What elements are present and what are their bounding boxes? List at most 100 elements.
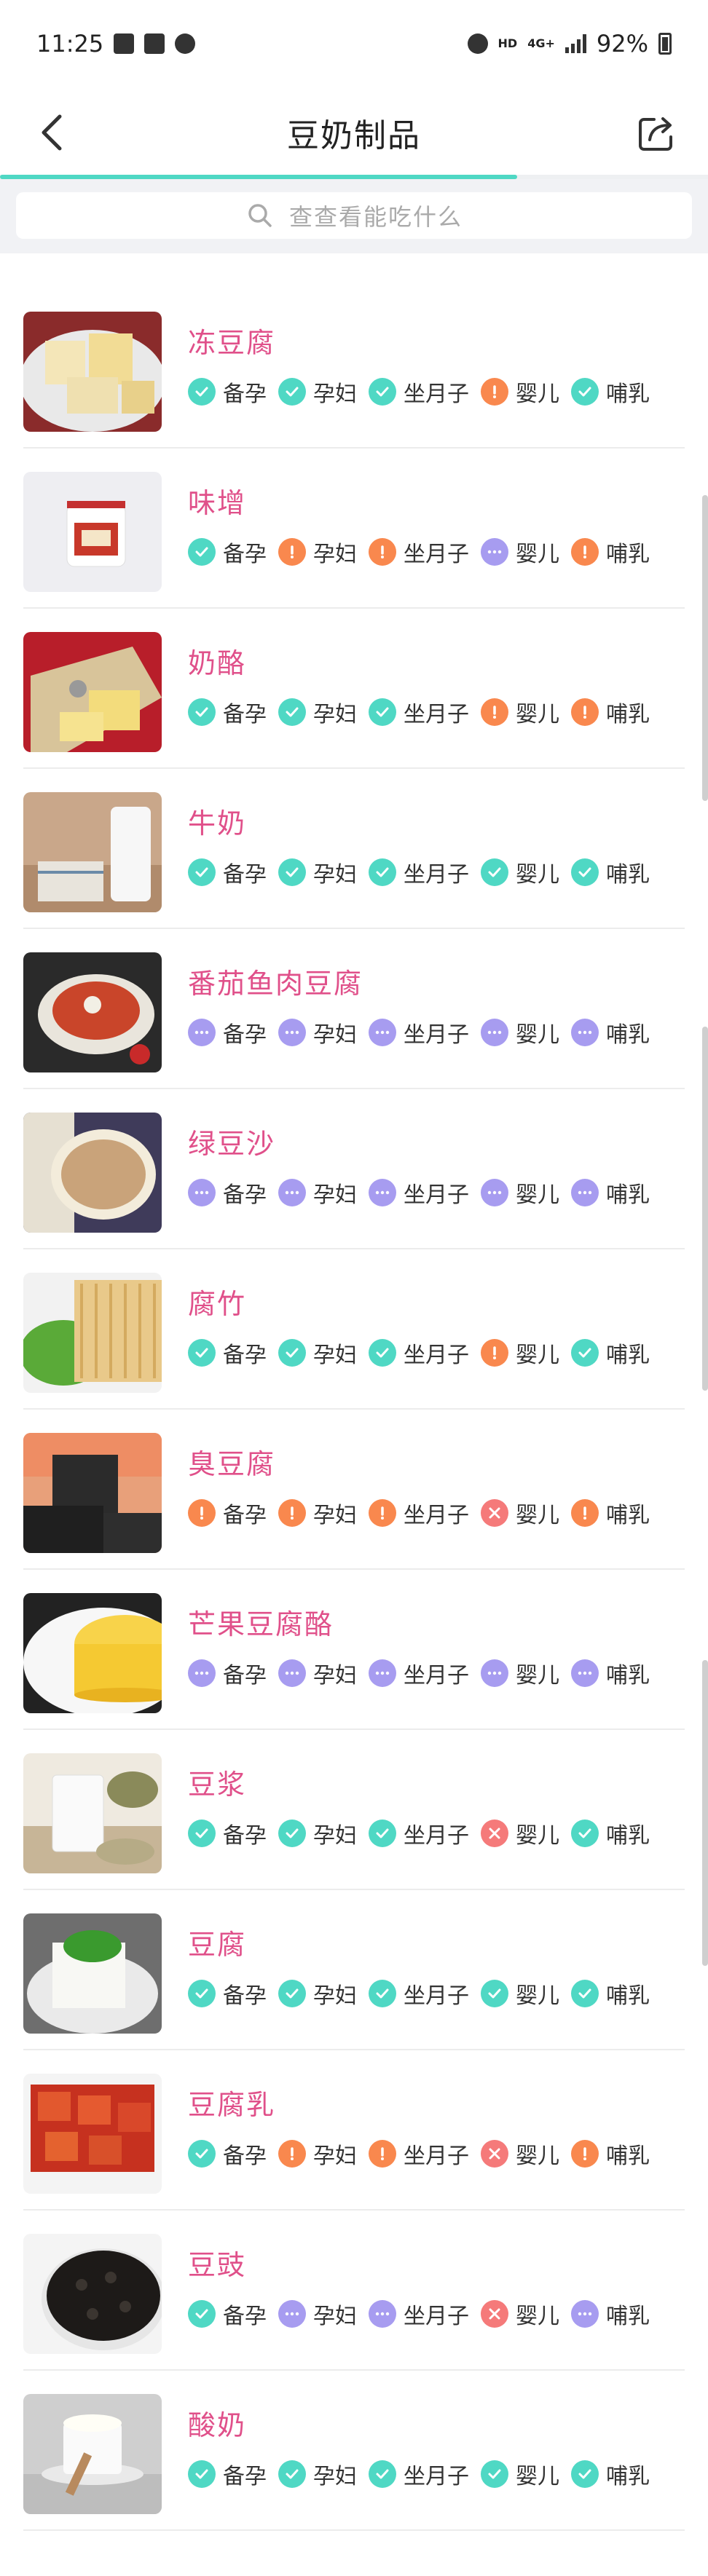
suitability-tag: 哺乳 [571, 376, 650, 408]
check-icon [369, 1339, 396, 1367]
suitability-tag: 婴儿 [481, 2138, 559, 2170]
food-list-item[interactable]: 腐竹 备孕 孕妇 坐月子 婴儿 哺乳 [0, 1249, 708, 1410]
food-list-item[interactable]: 番茄鱼肉豆腐 备孕 孕妇 坐月子 婴儿 哺乳 [0, 929, 708, 1089]
exclamation-icon [369, 1499, 396, 1527]
food-thumbnail-tofu-skin [23, 1273, 162, 1393]
exclamation-icon [369, 2140, 396, 2168]
exclamation-icon [278, 1499, 306, 1527]
check-icon [188, 538, 216, 566]
status-time: 11:25 [36, 30, 104, 58]
suitability-tag: 婴儿 [481, 1497, 559, 1529]
search-input[interactable]: 查查看能吃什么 [16, 192, 692, 239]
check-icon [571, 2460, 599, 2488]
food-list-item[interactable]: 冻豆腐 备孕 孕妇 坐月子 婴儿 哺乳 [0, 288, 708, 449]
suitability-tag: 婴儿 [481, 1337, 559, 1369]
ellipsis-icon [278, 1179, 306, 1206]
ellipsis-icon [481, 1659, 508, 1687]
scrollbar-segment[interactable] [702, 495, 708, 801]
check-icon [188, 2300, 216, 2328]
check-icon [369, 378, 396, 406]
food-list-item[interactable]: 芒果豆腐酪备孕 孕妇 坐月子 婴儿 哺乳 [0, 1570, 708, 1730]
food-name: 冻豆腐 [188, 327, 276, 359]
food-list-item[interactable]: 酸奶 备孕 孕妇 坐月子 婴儿 哺乳 [0, 2371, 708, 2531]
header: 豆奶制品 [0, 87, 708, 178]
food-name: 芒果豆腐酪 [188, 1608, 334, 1640]
scrollbar-segment[interactable] [702, 1660, 708, 1966]
food-thumbnail-tofu [23, 1913, 162, 2034]
tag-label: 哺乳 [606, 2144, 650, 2169]
suitability-tag: 坐月子 [369, 2138, 469, 2170]
tag-label: 孕妇 [313, 1182, 357, 1208]
food-list-item[interactable]: 臭豆腐 备孕 孕妇 坐月子 婴儿 哺乳 [0, 1410, 708, 1570]
suitability-tag: 哺乳 [571, 1016, 650, 1048]
suitability-tag: 哺乳 [571, 856, 650, 888]
tag-label: 哺乳 [606, 542, 650, 567]
suitability-tag: 备孕 [188, 696, 267, 728]
tag-label: 婴儿 [516, 542, 559, 567]
check-icon [481, 2460, 508, 2488]
tag-label: 孕妇 [313, 702, 357, 727]
check-icon [188, 858, 216, 886]
food-list-item[interactable]: 豆浆 备孕 孕妇 坐月子 婴儿 哺乳 [0, 1730, 708, 1890]
ellipsis-icon [188, 1019, 216, 1046]
exclamation-icon [481, 1339, 508, 1367]
ellipsis-icon [481, 538, 508, 566]
ellipsis-icon [369, 2300, 396, 2328]
suitability-tag: 坐月子 [369, 536, 469, 568]
suitability-tags: 备孕 孕妇 坐月子 婴儿 哺乳 [188, 1016, 661, 1048]
check-icon [188, 378, 216, 406]
food-name: 豆腐乳 [188, 2089, 276, 2121]
tag-label: 备孕 [223, 2464, 267, 2489]
search-bar-container: 查查看能吃什么 [0, 179, 708, 253]
back-button[interactable] [29, 109, 76, 156]
ellipsis-icon [369, 1179, 396, 1206]
alarm-clock-icon [467, 33, 488, 54]
cross-icon [481, 1499, 508, 1527]
food-list-item[interactable]: 味增 备孕 孕妇 坐月子 婴儿 哺乳 [0, 449, 708, 609]
food-list-item[interactable]: 豆腐 备孕 孕妇 坐月子 婴儿 哺乳 [0, 1890, 708, 2050]
food-list-item[interactable]: 牛奶 备孕 孕妇 坐月子 婴儿 哺乳 [0, 769, 708, 929]
suitability-tags: 备孕 孕妇 坐月子 婴儿 哺乳 [188, 696, 661, 728]
food-list-item[interactable]: 奶酪 备孕 孕妇 坐月子 婴儿 哺乳 [0, 609, 708, 769]
tag-label: 备孕 [223, 2144, 267, 2169]
suitability-tag: 婴儿 [481, 2458, 559, 2490]
suitability-tag: 孕妇 [278, 1817, 357, 1849]
tag-label: 婴儿 [516, 1343, 559, 1368]
food-thumbnail-cheese [23, 632, 162, 752]
ellipsis-icon [571, 2300, 599, 2328]
suitability-tags: 备孕 孕妇 坐月子 婴儿 哺乳 [188, 1657, 661, 1689]
suitability-tag: 哺乳 [571, 1657, 650, 1689]
food-name: 臭豆腐 [188, 1448, 276, 1480]
ellipsis-icon [571, 1019, 599, 1046]
tag-label: 坐月子 [404, 382, 469, 407]
food-list-item[interactable]: 豆腐乳备孕 孕妇 坐月子 婴儿 哺乳 [0, 2050, 708, 2210]
suitability-tag: 孕妇 [278, 2138, 357, 2170]
tag-label: 婴儿 [516, 2304, 559, 2329]
tag-label: 哺乳 [606, 1022, 650, 1048]
tag-label: 孕妇 [313, 1503, 357, 1528]
share-icon [639, 117, 672, 151]
share-button[interactable] [632, 108, 682, 157]
suitability-tag: 哺乳 [571, 1337, 650, 1369]
food-name: 酸奶 [188, 2409, 247, 2441]
tag-label: 孕妇 [313, 1343, 357, 1368]
tag-label: 哺乳 [606, 1343, 650, 1368]
tag-label: 婴儿 [516, 1983, 559, 2009]
tag-label: 哺乳 [606, 382, 650, 407]
check-icon [571, 1820, 599, 1847]
food-list: 冻豆腐 备孕 孕妇 坐月子 婴儿 哺乳 味增 备孕 孕妇 坐月子 婴儿 哺乳 奶酪 备孕 孕妇 坐月子 婴儿 哺乳… [0, 288, 708, 2531]
gallery-icon [114, 33, 135, 54]
suitability-tags: 备孕 孕妇 坐月子 婴儿 哺乳 [188, 2138, 661, 2170]
ellipsis-icon [278, 1019, 306, 1046]
tag-label: 备孕 [223, 1663, 267, 1688]
check-icon [278, 2460, 306, 2488]
suitability-tags: 备孕 孕妇 坐月子 婴儿 哺乳 [188, 2298, 661, 2330]
suitability-tag: 备孕 [188, 2298, 267, 2330]
suitability-tag: 备孕 [188, 1337, 267, 1369]
scrollbar-segment[interactable] [702, 1027, 708, 1391]
battery-percent: 92% [596, 30, 648, 58]
exclamation-icon [481, 698, 508, 726]
food-list-item[interactable]: 豆豉 备孕 孕妇 坐月子 婴儿 哺乳 [0, 2210, 708, 2371]
food-list-item[interactable]: 绿豆沙 备孕 孕妇 坐月子 婴儿 哺乳 [0, 1089, 708, 1249]
suitability-tag: 孕妇 [278, 1177, 357, 1209]
